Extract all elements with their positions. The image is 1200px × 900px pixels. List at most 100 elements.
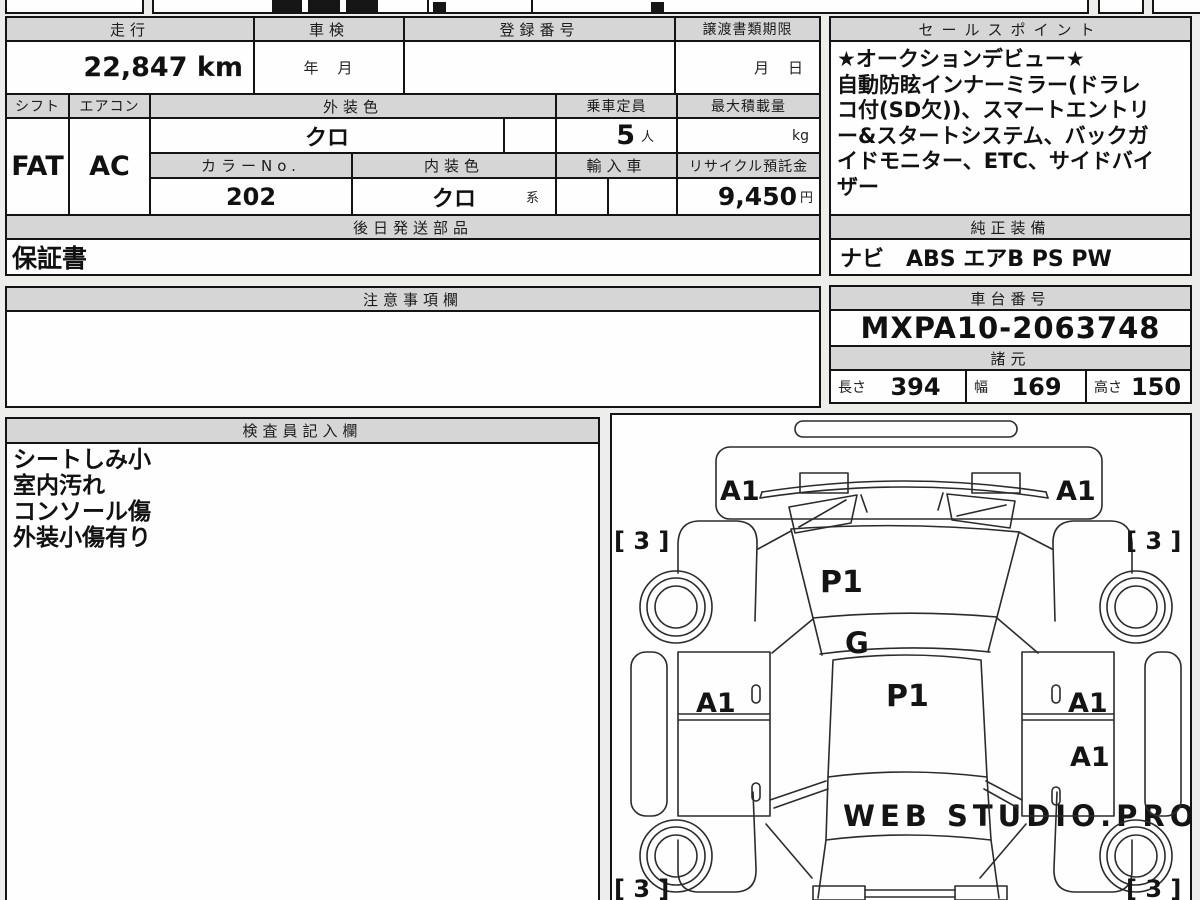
door-right-shape (1021, 651, 1115, 817)
damage-label-door-right-rear: A1 (1070, 742, 1110, 773)
a-pillar-left-lines (757, 530, 814, 654)
sales-point-line: コ付(SD欠))、スマートエントリ (837, 98, 1150, 122)
wiper-center-lines (860, 492, 944, 513)
damage-label-hood: P1 (820, 565, 863, 600)
header-mileage: 走行 (5, 16, 255, 42)
inspection-value: 年 月 (253, 40, 405, 95)
a-pillar-right-lines (996, 531, 1053, 654)
spec-height-label: 高さ (1094, 379, 1122, 396)
cutoff-cell (531, 0, 1089, 14)
rear-fender-left-shape (677, 791, 757, 893)
watermark-text: WEB STUDIO.PRO (843, 799, 1190, 833)
tire-mark-rear-right: [ 3 ] (1126, 875, 1181, 900)
cutoff-text-fragment (346, 0, 378, 13)
capacity-value: 5人 (555, 117, 678, 154)
header-exterior-color: 外装色 (149, 93, 557, 119)
spec-width-value: 169 (1011, 372, 1062, 401)
inspector-line: シートしみ小 (13, 447, 151, 473)
spec-width: 幅 169 (965, 369, 1087, 404)
color-no-value: 202 (149, 177, 353, 216)
cutoff-cell (1098, 0, 1144, 14)
cowl-arc (759, 486, 1049, 499)
spec-height-value: 150 (1130, 372, 1182, 401)
recycle-deposit-unit: 円 (799, 191, 813, 206)
sales-point-line: 自動防眩インナーミラー(ドラレ (837, 72, 1141, 97)
header-chassis-no: 車台番号 (829, 285, 1192, 311)
notes-body (5, 310, 821, 408)
cutoff-text-fragment (651, 2, 664, 13)
exterior-color-value: クロ (149, 117, 505, 154)
later-parts-value: 保証書 (5, 238, 821, 276)
recycle-deposit-value: 9,450 円 (676, 177, 821, 216)
front-fender-left-shape (677, 520, 758, 622)
spec-height: 高さ 150 (1085, 369, 1192, 404)
transfer-deadline-value: 月 日 (674, 40, 821, 95)
wheel-front-right (1099, 570, 1173, 644)
rear-bumper-bar (864, 889, 956, 898)
spec-length-value: 394 (890, 372, 941, 401)
equipment-value: ナビ ABS エアB PS PW (829, 238, 1192, 276)
import-car-cell-1 (555, 177, 609, 216)
door-left-shape (677, 651, 771, 817)
wiper-right-detail (956, 504, 1007, 517)
registration-no-value (403, 40, 676, 95)
c-pillar-left-lines (765, 780, 829, 879)
door-handle-left-front (751, 684, 761, 704)
damage-label-cowl: G (845, 626, 869, 660)
inspector-line: コンソール傷 (13, 499, 151, 525)
sales-point-line: ザー (837, 174, 879, 199)
wheel-front-right-hub (1114, 585, 1158, 629)
tire-mark-rear-left: [ 3 ] (614, 875, 669, 900)
header-registration-no: 登録番号 (403, 16, 676, 42)
damage-label-front-right: A1 (1056, 476, 1096, 507)
wheel-rear-left-hub (654, 834, 698, 878)
front-panel-shape (715, 446, 1103, 520)
header-shift: シフト (5, 93, 70, 119)
rocker-right-shape (1144, 651, 1182, 817)
header-import-car: 輸入車 (555, 152, 678, 179)
cowl-band-shape (812, 616, 998, 656)
tire-mark-front-right: [ 3 ] (1126, 527, 1181, 555)
header-sales-point: セールスポイント (829, 16, 1192, 42)
header-capacity: 乗車定員 (555, 93, 678, 119)
shift-value: FAT (5, 117, 70, 216)
inspector-line: 室内汚れ (13, 473, 105, 499)
tire-mark-front-left: [ 3 ] (614, 527, 669, 555)
mileage-value: 22,847 km (5, 40, 255, 95)
aircon-value: AC (68, 117, 151, 216)
max-load-value: kg (676, 117, 821, 154)
car-top-view-diagram: WEB STUDIO.PRO A1 A1 P1 G P1 A1 A1 A1 [… (614, 420, 1194, 900)
interior-color-value: クロ 系 (351, 177, 557, 216)
wheel-rear-right-hub (1114, 834, 1158, 878)
import-car-cell-2 (607, 177, 678, 216)
header-inspector: 検査員記入欄 (5, 417, 600, 444)
damage-label-roof: P1 (886, 679, 929, 714)
header-aircon: エアコン (68, 93, 151, 119)
cutoff-cell (1152, 0, 1200, 14)
rocker-left-shape (630, 651, 668, 817)
sales-point-body: ★オークションデビュー★ 自動防眩インナーミラー(ドラレ コ付(SD欠))、スマ… (829, 40, 1192, 216)
interior-color-suffix: 系 (525, 191, 539, 206)
interior-color-text: クロ (431, 186, 476, 212)
cutoff-text-fragment (433, 2, 446, 13)
header-max-load: 最大積載量 (676, 93, 821, 119)
wheel-front-left-hub (654, 585, 698, 629)
wheel-front-left (639, 570, 713, 644)
sales-point-line: イドモニター、ETC、サイドバイ (837, 149, 1154, 173)
cutoff-cell (5, 0, 144, 14)
damage-diagram-box: WEB STUDIO.PRO A1 A1 P1 G P1 A1 A1 A1 [… (610, 413, 1194, 900)
header-interior-color: 内装色 (351, 152, 557, 179)
header-inspection: 車検 (253, 16, 405, 42)
bumper-strip-shape (794, 420, 1018, 438)
auction-sheet: 走行 車検 登録番号 譲渡書類期限 22,847 km 年 月 月 日 シフト … (0, 0, 1200, 900)
front-fender-right-shape (1052, 520, 1133, 622)
spec-length: 長さ 394 (829, 369, 967, 404)
damage-label-door-right-front: A1 (1068, 688, 1108, 719)
damage-label-front-left: A1 (720, 476, 760, 507)
cutoff-text-fragment (272, 0, 302, 13)
chassis-no-value: MXPA10-2063748 (829, 309, 1192, 347)
header-color-no: カラーNo. (149, 152, 353, 179)
sales-point-line: ★オークションデビュー★ (837, 47, 1085, 71)
header-specs: 諸元 (829, 345, 1192, 371)
cutoff-text-fragment (308, 0, 340, 13)
